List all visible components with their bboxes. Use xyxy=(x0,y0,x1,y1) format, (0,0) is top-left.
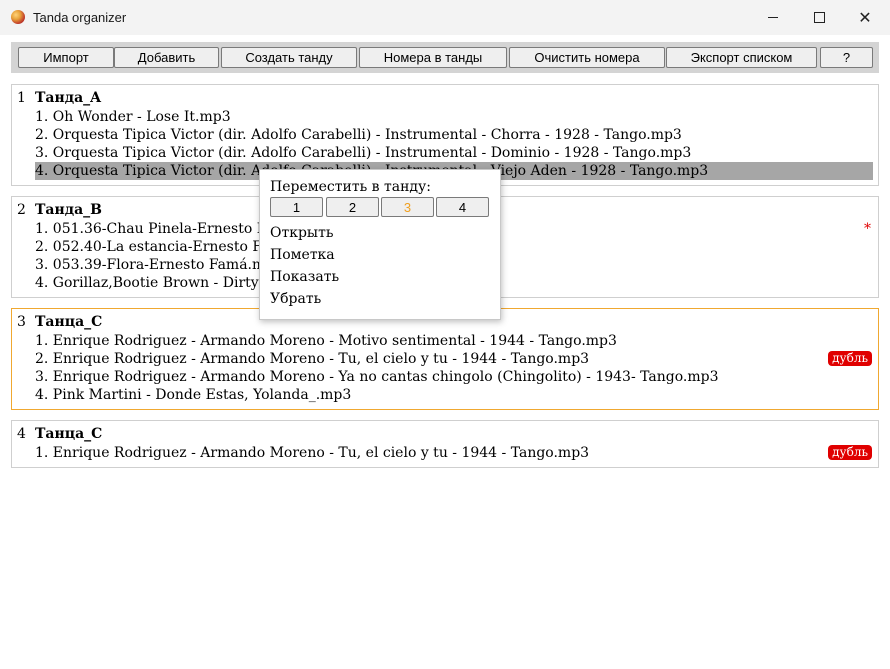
tanda-number: 1 xyxy=(17,90,26,106)
track-item[interactable]: 3. Enrique Rodriguez - Armando Moreno - … xyxy=(35,368,719,386)
maximize-icon xyxy=(813,12,825,23)
import-button[interactable]: Импорт xyxy=(18,47,114,68)
tanda-name[interactable]: Танда_A xyxy=(35,90,101,106)
duplicate-badge: дубль xyxy=(828,351,872,366)
track-item[interactable]: 2. Orquesta Tipica Victor (dir. Adolfo C… xyxy=(35,126,682,144)
close-icon: ✕ xyxy=(858,9,872,27)
menu-item-open[interactable]: Открыть xyxy=(270,225,333,241)
title-bar[interactable]: Tanda organizer ✕ xyxy=(0,0,890,35)
tanda-name[interactable]: Танда_B xyxy=(35,202,102,218)
maximize-button[interactable] xyxy=(796,0,842,35)
minimize-button[interactable] xyxy=(750,0,796,35)
track-item[interactable]: 4. Pink Martini - Donde Estas, Yolanda_.… xyxy=(35,386,351,404)
numbers-to-tandas-button[interactable]: Номера в танды xyxy=(359,47,507,68)
window-title: Tanda organizer xyxy=(33,10,127,25)
marked-star-icon: * xyxy=(864,221,871,237)
track-item[interactable]: 3. 053.39-Flora-Ernesto Famá.mp3 xyxy=(35,256,283,274)
duplicate-badge: дубль xyxy=(828,445,872,460)
menu-item-remove[interactable]: Убрать xyxy=(270,291,321,307)
toolbar: Импорт Добавить Создать танду Номера в т… xyxy=(11,42,879,73)
tanda-name[interactable]: Танца_C xyxy=(35,314,102,330)
tanda-panel-4[interactable]: 4 Танца_C 1. Enrique Rodriguez - Armando… xyxy=(11,420,879,468)
close-button[interactable]: ✕ xyxy=(842,0,888,35)
create-tanda-button[interactable]: Создать танду xyxy=(221,47,357,68)
tanda-number: 3 xyxy=(17,314,26,330)
export-list-button[interactable]: Экспорт списком xyxy=(666,47,817,68)
move-to-tanda-1-button[interactable]: 1 xyxy=(270,197,323,217)
context-menu: Переместить в танду: 1 2 3 4 Открыть Пом… xyxy=(259,169,501,320)
track-item[interactable]: 1. Enrique Rodriguez - Armando Moreno - … xyxy=(35,444,589,462)
tanda-number: 2 xyxy=(17,202,26,218)
help-button[interactable]: ? xyxy=(820,47,873,68)
tanda-panel-3[interactable]: 3 Танца_C 1. Enrique Rodriguez - Armando… xyxy=(11,308,879,410)
clear-numbers-button[interactable]: Очистить номера xyxy=(509,47,665,68)
add-button[interactable]: Добавить xyxy=(114,47,219,68)
minimize-icon xyxy=(768,16,778,19)
track-item[interactable]: 1. Oh Wonder - Lose It.mp3 xyxy=(35,108,231,126)
menu-item-mark[interactable]: Пометка xyxy=(270,247,335,263)
move-to-tanda-2-button[interactable]: 2 xyxy=(326,197,379,217)
move-to-tanda-4-button[interactable]: 4 xyxy=(436,197,489,217)
tanda-name[interactable]: Танца_C xyxy=(35,426,102,442)
tanda-number: 4 xyxy=(17,426,26,442)
track-item[interactable]: 2. Enrique Rodriguez - Armando Moreno - … xyxy=(35,350,589,368)
app-window: Tanda organizer ✕ Импорт Добавить Создат… xyxy=(0,0,890,669)
move-to-tanda-label: Переместить в танду: xyxy=(270,179,431,195)
menu-item-show[interactable]: Показать xyxy=(270,269,339,285)
app-logo-icon xyxy=(11,10,25,24)
track-item[interactable]: 1. Enrique Rodriguez - Armando Moreno - … xyxy=(35,332,617,350)
track-item[interactable]: 3. Orquesta Tipica Victor (dir. Adolfo C… xyxy=(35,144,691,162)
move-to-tanda-3-button[interactable]: 3 xyxy=(381,197,434,217)
